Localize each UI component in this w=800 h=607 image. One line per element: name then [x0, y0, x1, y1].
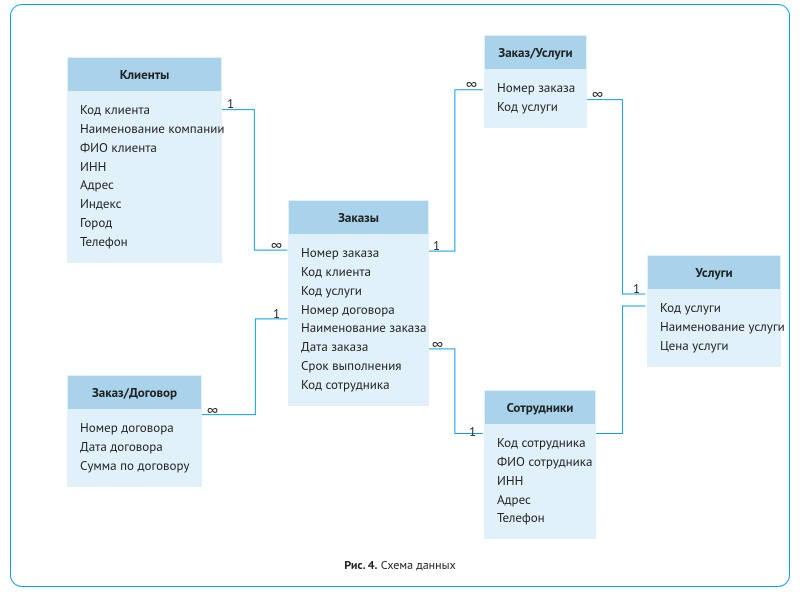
field: ФИО сотрудника [497, 453, 585, 472]
field: Наименование услуги [660, 318, 770, 337]
entity-employees: Сотрудники Код сотрудника ФИО сотрудника… [484, 390, 596, 539]
field: Наименование заказа [301, 319, 418, 338]
entity-title: Заказы [289, 201, 428, 234]
field: Код сотрудника [301, 376, 418, 395]
field: Дата договора [80, 438, 191, 457]
field: ИНН [80, 158, 211, 177]
cardinality-many: ∞ [271, 237, 282, 254]
cardinality-one: 1 [273, 305, 280, 322]
field: Дата заказа [301, 338, 418, 357]
entity-title: Клиенты [68, 58, 221, 91]
field: Код услуги [497, 98, 576, 117]
cardinality-one: 1 [227, 95, 234, 112]
entity-fields: Номер заказа Код услуги [485, 69, 586, 127]
field: Код сотрудника [497, 434, 585, 453]
entity-fields: Код услуги Наименование услуги Цена услу… [648, 289, 780, 366]
entity-fields: Код сотрудника ФИО сотрудника ИНН Адрес … [485, 424, 595, 538]
field: Номер договора [80, 419, 191, 438]
entity-orders: Заказы Номер заказа Код клиента Код услу… [288, 200, 429, 406]
cardinality-one: 1 [633, 280, 640, 297]
cardinality-one: 1 [433, 237, 440, 254]
field: Цена услуги [660, 337, 770, 356]
field: Индекс [80, 195, 211, 214]
field: Сумма по договору [80, 457, 191, 476]
caption-text: Схема данных [381, 558, 456, 573]
cardinality-many: ∞ [466, 76, 477, 93]
field: Телефон [80, 233, 211, 252]
figure-caption: Рис. 4. Схема данных [330, 558, 469, 573]
field: Код услуги [660, 299, 770, 318]
cardinality-many: ∞ [592, 86, 603, 103]
entity-order-contract: Заказ/Договор Номер договора Дата догово… [67, 375, 202, 487]
field: Город [80, 214, 211, 233]
caption-prefix: Рис. 4. [344, 558, 377, 573]
field: Код клиента [80, 101, 211, 120]
field: Телефон [497, 509, 585, 528]
entity-fields: Номер договора Дата договора Сумма по до… [68, 409, 201, 486]
cardinality-one: 1 [469, 423, 476, 440]
entity-services: Услуги Код услуги Наименование услуги Це… [647, 255, 781, 367]
field: Код клиента [301, 263, 418, 282]
field: Код услуги [301, 282, 418, 301]
entity-title: Сотрудники [485, 391, 595, 424]
field: Номер договора [301, 301, 418, 320]
diagram-frame: Клиенты Код клиента Наименование компани… [10, 4, 790, 587]
entity-clients: Клиенты Код клиента Наименование компани… [67, 57, 222, 263]
field: ИНН [497, 472, 585, 491]
cardinality-many: ∞ [432, 336, 443, 353]
cardinality-many: ∞ [207, 402, 218, 419]
field: Номер заказа [301, 244, 418, 263]
entity-title: Услуги [648, 256, 780, 289]
entity-title: Заказ/Договор [68, 376, 201, 409]
field: Срок выполнения [301, 357, 418, 376]
entity-fields: Номер заказа Код клиента Код услуги Номе… [289, 234, 428, 405]
field: ФИО клиента [80, 139, 211, 158]
field: Номер заказа [497, 79, 576, 98]
field: Адрес [497, 491, 585, 510]
field: Наименование компании [80, 120, 211, 139]
entity-title: Заказ/Услуги [485, 36, 586, 69]
field: Адрес [80, 176, 211, 195]
entity-order-services: Заказ/Услуги Номер заказа Код услуги [484, 35, 587, 128]
entity-fields: Код клиента Наименование компании ФИО кл… [68, 91, 221, 262]
